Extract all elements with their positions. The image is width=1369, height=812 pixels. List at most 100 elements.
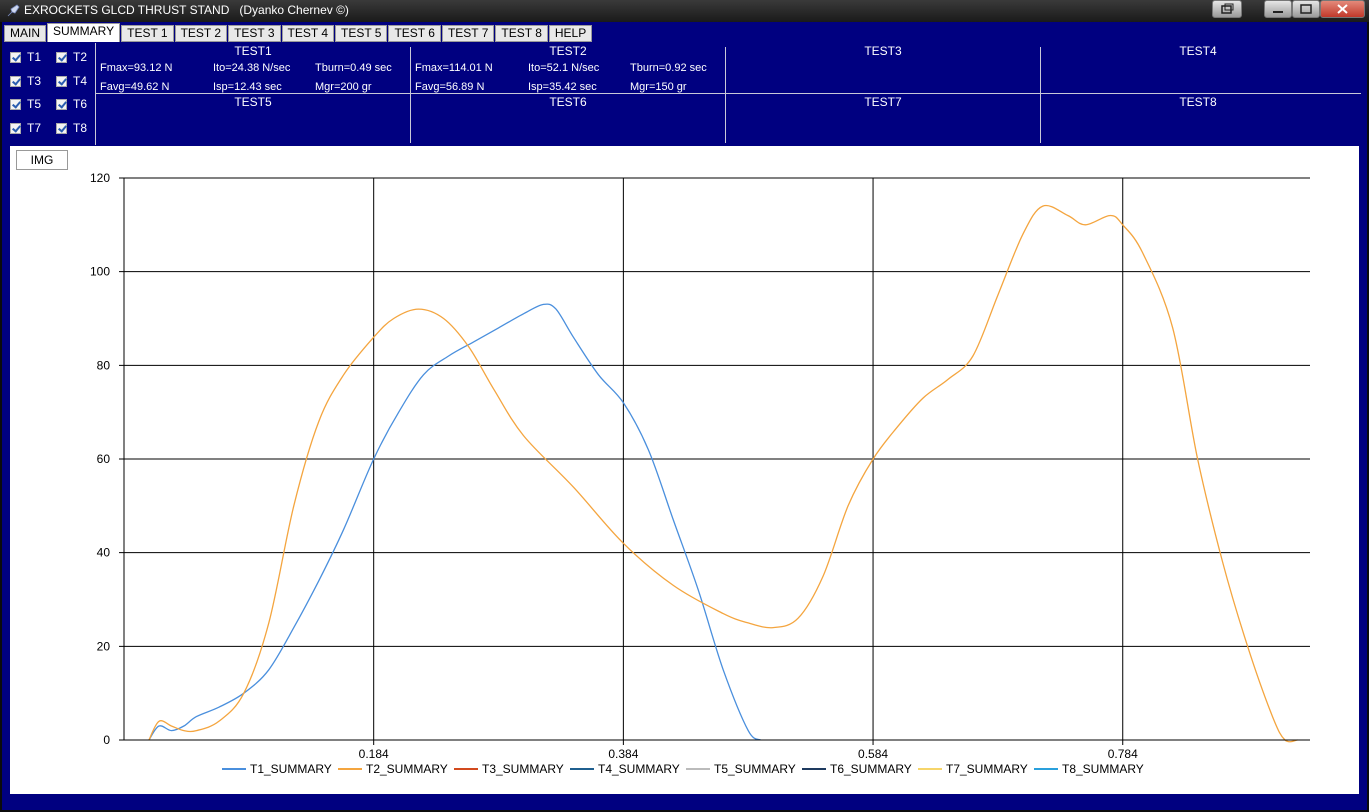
test5-summary: TEST5 xyxy=(96,94,410,142)
checkbox-icon xyxy=(56,98,67,110)
tab-help[interactable]: HELP xyxy=(548,25,593,42)
checkbox-icon xyxy=(10,51,21,63)
fmax-value: Fmax=114.01 N xyxy=(415,62,493,74)
checkbox-label: T2 xyxy=(73,50,88,64)
restore-button[interactable] xyxy=(1212,0,1242,18)
tab-test-3[interactable]: TEST 3 xyxy=(228,25,281,42)
mgr-value: Mgr=200 gr xyxy=(315,81,372,93)
favg-value: Favg=49.62 N xyxy=(100,81,170,93)
img-button[interactable]: IMG xyxy=(16,150,68,170)
tab-test-2[interactable]: TEST 2 xyxy=(174,25,228,42)
test-title: TEST6 xyxy=(549,95,587,109)
y-tick-label: 20 xyxy=(97,639,111,653)
tab-summary[interactable]: SUMMARY xyxy=(47,23,121,42)
test-title: TEST5 xyxy=(234,95,272,109)
y-tick-label: 100 xyxy=(90,265,110,279)
tab-test-4[interactable]: TEST 4 xyxy=(281,25,334,42)
legend-label: T5_SUMMARY xyxy=(714,762,796,776)
checkbox-icon xyxy=(56,51,67,63)
restore-icon xyxy=(1221,3,1234,14)
y-tick-label: 60 xyxy=(97,452,111,466)
tab-strip: MAIN SUMMARY TEST 1 TEST 2 TEST 3 TEST 4… xyxy=(4,23,593,43)
isp-value: Isp=12.43 sec xyxy=(213,81,282,93)
test-title: TEST3 xyxy=(864,44,902,58)
series-line-t2-summary xyxy=(148,204,1298,743)
checkbox-t6[interactable]: T6 xyxy=(56,96,87,112)
x-tick-label: 0.784 xyxy=(1108,747,1138,761)
favg-value: Favg=56.89 N xyxy=(415,81,485,93)
test8-summary: TEST8 xyxy=(1041,94,1355,142)
y-tick-label: 120 xyxy=(90,171,110,185)
checkbox-label: T4 xyxy=(73,74,88,88)
thrust-chart: 0 20 40 60 80 100 120 0.184 0.384 0.584 0.784 T1_S… xyxy=(90,171,1310,776)
checkbox-icon xyxy=(10,75,21,87)
checkbox-icon xyxy=(56,122,67,134)
checkbox-t2[interactable]: T2 xyxy=(56,49,87,65)
legend-label: T4_SUMMARY xyxy=(598,762,680,776)
test3-summary: TEST3 xyxy=(726,43,1040,91)
tab-test-6[interactable]: TEST 6 xyxy=(388,25,441,42)
checkbox-icon xyxy=(10,122,21,134)
legend-label: T1_SUMMARY xyxy=(250,762,332,776)
maximize-icon xyxy=(1300,4,1312,14)
summary-panel: T1 T2 T3 T4 T5 T6 T7 T8 TEST1 Fmax=93.12… xyxy=(4,43,1361,145)
checkbox-label: T5 xyxy=(27,97,42,111)
checkbox-icon xyxy=(56,75,67,87)
checkbox-label: T1 xyxy=(27,50,42,64)
legend-label: T7_SUMMARY xyxy=(946,762,1028,776)
checkbox-t1[interactable]: T1 xyxy=(10,49,41,65)
minimize-icon xyxy=(1273,11,1283,13)
test1-summary: TEST1 Fmax=93.12 N Ito=24.38 N/sec Tburn… xyxy=(96,43,410,93)
checkbox-label: T8 xyxy=(73,121,88,135)
checkbox-t7[interactable]: T7 xyxy=(10,120,41,136)
checkbox-label: T3 xyxy=(27,74,42,88)
checkbox-icon xyxy=(10,98,21,110)
checkbox-label: T7 xyxy=(27,121,42,135)
isp-value: Isp=35.42 sec xyxy=(528,81,597,93)
title-bar: EXROCKETS GLCD THRUST STAND (Dyanko Cher… xyxy=(0,0,1369,22)
checkbox-t4[interactable]: T4 xyxy=(56,73,87,89)
x-tick-label: 0.184 xyxy=(359,747,389,761)
minimize-button[interactable] xyxy=(1264,0,1292,18)
tab-main[interactable]: MAIN xyxy=(4,25,46,42)
tab-test-7[interactable]: TEST 7 xyxy=(441,25,495,42)
legend-label: T8_SUMMARY xyxy=(1062,762,1144,776)
maximize-button[interactable] xyxy=(1292,0,1320,18)
rocket-icon xyxy=(7,4,20,17)
window-title: EXROCKETS GLCD THRUST STAND (Dyanko Cher… xyxy=(24,3,349,17)
checkbox-label: T6 xyxy=(73,97,88,111)
chart-area: 0 20 40 60 80 100 120 0.184 0.384 0.584 0.784 T1_S… xyxy=(10,146,1359,794)
tburn-value: Tburn=0.49 sec xyxy=(315,62,392,74)
test-title: TEST7 xyxy=(864,95,902,109)
test-title: TEST8 xyxy=(1179,95,1217,109)
checkbox-t8[interactable]: T8 xyxy=(56,120,87,136)
checkbox-t3[interactable]: T3 xyxy=(10,73,41,89)
ito-value: Ito=52.1 N/sec xyxy=(528,62,600,74)
test7-summary: TEST7 xyxy=(726,94,1040,142)
tab-test-5[interactable]: TEST 5 xyxy=(335,25,388,42)
legend-label: T6_SUMMARY xyxy=(830,762,912,776)
legend-label: T3_SUMMARY xyxy=(482,762,564,776)
y-tick-label: 0 xyxy=(103,733,110,747)
ito-value: Ito=24.38 N/sec xyxy=(213,62,291,74)
y-tick-label: 40 xyxy=(97,546,111,560)
tab-test-1[interactable]: TEST 1 xyxy=(121,25,174,42)
test2-summary: TEST2 Fmax=114.01 N Ito=52.1 N/sec Tburn… xyxy=(411,43,725,93)
series-line-t1-summary xyxy=(148,303,762,741)
test-title: TEST2 xyxy=(549,44,587,58)
test-title: TEST4 xyxy=(1179,44,1217,58)
tburn-value: Tburn=0.92 sec xyxy=(630,62,707,74)
legend-label: T2_SUMMARY xyxy=(366,762,448,776)
tab-test-8[interactable]: TEST 8 xyxy=(495,25,548,42)
y-tick-label: 80 xyxy=(97,358,111,372)
close-button[interactable] xyxy=(1320,0,1365,18)
test-title: TEST1 xyxy=(234,44,272,58)
close-icon xyxy=(1337,4,1348,14)
fmax-value: Fmax=93.12 N xyxy=(100,62,173,74)
test4-summary: TEST4 xyxy=(1041,43,1355,91)
mgr-value: Mgr=150 gr xyxy=(630,81,687,93)
test6-summary: TEST6 xyxy=(411,94,725,142)
x-tick-label: 0.584 xyxy=(858,747,888,761)
x-tick-label: 0.384 xyxy=(608,747,638,761)
checkbox-t5[interactable]: T5 xyxy=(10,96,41,112)
